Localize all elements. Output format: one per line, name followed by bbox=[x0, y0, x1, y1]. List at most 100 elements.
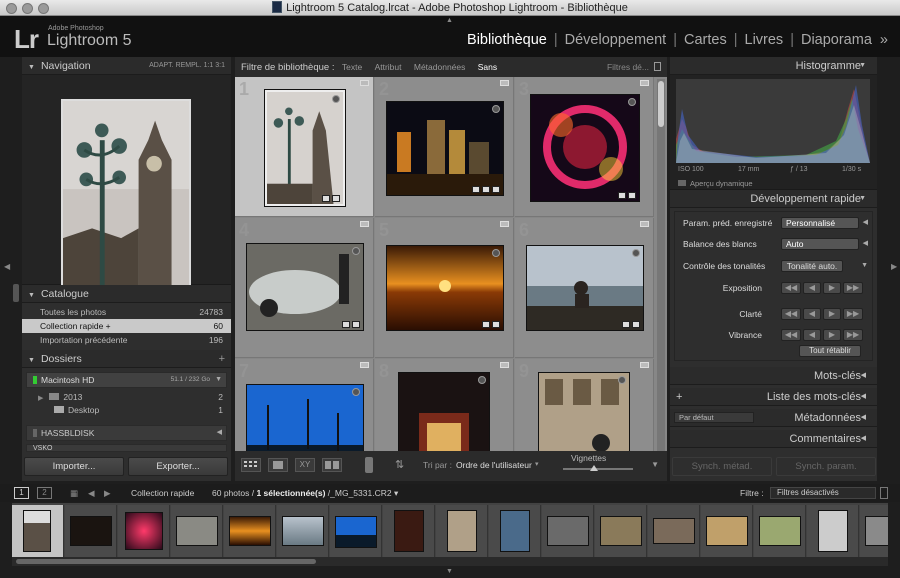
grid-cell[interactable]: 8 bbox=[375, 359, 514, 451]
filmstrip-thumbnail[interactable] bbox=[860, 505, 888, 557]
sync-metadata-button[interactable]: Synch. métad. bbox=[672, 457, 772, 476]
histogram-header[interactable]: Histogramme ▼ bbox=[670, 57, 877, 75]
module-map[interactable]: Cartes bbox=[682, 32, 729, 48]
grid-cell[interactable]: 5 bbox=[375, 218, 514, 358]
filmstrip-scrollbar[interactable] bbox=[12, 557, 888, 566]
toolbar-menu-icon[interactable]: ▼ bbox=[651, 460, 659, 469]
painter-icon[interactable] bbox=[365, 457, 373, 473]
catalog-item-previous-import[interactable]: Importation précédente 196 bbox=[22, 333, 231, 347]
grid-cell[interactable]: 6 bbox=[515, 218, 654, 358]
sort-direction-icon[interactable]: ⇅ bbox=[395, 458, 404, 471]
thumbnail[interactable] bbox=[247, 244, 363, 330]
sort-select[interactable]: Ordre de l'utilisateur bbox=[456, 460, 532, 470]
comments-header[interactable]: Commentaires ◀ bbox=[670, 430, 877, 448]
filter-metadata-tab[interactable]: Métadonnées bbox=[409, 62, 471, 72]
filmstrip-thumbnail[interactable] bbox=[383, 505, 435, 557]
filmstrip-thumbnail[interactable] bbox=[12, 505, 64, 557]
filmstrip-thumbnail[interactable] bbox=[489, 505, 541, 557]
thumbnail[interactable] bbox=[265, 90, 345, 206]
vibrance-plus-big-button[interactable]: ▶▶ bbox=[843, 329, 863, 341]
more-modules-icon[interactable]: » bbox=[878, 32, 890, 48]
survey-view-icon[interactable] bbox=[322, 458, 342, 472]
lock-icon[interactable] bbox=[654, 62, 661, 71]
keywording-header[interactable]: Mots-clés ◀ bbox=[670, 367, 877, 385]
second-window-button[interactable]: 2 bbox=[37, 487, 52, 499]
white-balance-select[interactable]: Auto bbox=[781, 238, 859, 250]
saved-preset-select[interactable]: Personnalisé bbox=[781, 217, 859, 229]
compare-view-icon[interactable]: XY bbox=[295, 458, 315, 472]
filmstrip-thumbnail[interactable] bbox=[118, 505, 170, 557]
reset-all-button[interactable]: Tout rétablir bbox=[799, 345, 861, 357]
metadata-preset-select[interactable]: Par défaut bbox=[674, 412, 754, 423]
filmstrip-thumbnail[interactable] bbox=[542, 505, 594, 557]
filmstrip-thumbnail[interactable] bbox=[171, 505, 223, 557]
filmstrip-thumbnail[interactable] bbox=[807, 505, 859, 557]
exposure-minus-big-button[interactable]: ◀◀ bbox=[781, 282, 801, 294]
filter-text-tab[interactable]: Texte bbox=[337, 62, 367, 72]
clarity-minus-big-button[interactable]: ◀◀ bbox=[781, 308, 801, 320]
vibrance-minus-button[interactable]: ◀ bbox=[803, 329, 821, 341]
filter-lock-icon[interactable] bbox=[880, 487, 888, 499]
right-panel-toggle-icon[interactable]: ▶ bbox=[891, 262, 897, 271]
volume-hassbldisk[interactable]: HASSBLDISK ◀ bbox=[26, 425, 227, 441]
histogram[interactable]: ISO 100 17 mm ƒ / 13 1/30 s Aperçu dynam… bbox=[670, 75, 877, 190]
loupe-view-icon[interactable] bbox=[268, 458, 288, 472]
auto-tone-button[interactable]: Tonalité auto. bbox=[781, 260, 843, 272]
volume-vsko[interactable]: VSKO bbox=[26, 444, 227, 452]
module-develop[interactable]: Développement bbox=[563, 32, 669, 48]
module-library[interactable]: Bibliothèque bbox=[465, 32, 549, 48]
metadata-header[interactable]: Par défaut Métadonnées ◀ bbox=[670, 409, 877, 427]
filmstrip-thumbnail[interactable] bbox=[701, 505, 753, 557]
filmstrip-thumbnail[interactable] bbox=[648, 505, 700, 557]
filter-presets-select[interactable]: Filtres dé... bbox=[607, 57, 649, 77]
filmstrip-thumbnail[interactable] bbox=[65, 505, 117, 557]
grid-cell[interactable]: 7 bbox=[235, 359, 374, 451]
sync-settings-button[interactable]: Synch. param. bbox=[776, 457, 876, 476]
filmstrip-thumbnail[interactable] bbox=[224, 505, 276, 557]
filmstrip-thumbnail[interactable] bbox=[595, 505, 647, 557]
module-slideshow[interactable]: Diaporama bbox=[799, 32, 874, 48]
export-button[interactable]: Exporter... bbox=[128, 457, 228, 476]
smart-preview-status[interactable]: Aperçu dynamique bbox=[678, 179, 753, 188]
keyword-list-header[interactable]: + Liste des mots-clés ◀ bbox=[670, 388, 877, 406]
thumbnail[interactable] bbox=[387, 102, 503, 195]
volume-macintosh-hd[interactable]: Macintosh HD 51.1 / 232 Go ▼ bbox=[26, 372, 227, 388]
filmstrip-info[interactable]: 60 photos / 1 sélectionnée(s) /_MG_5331.… bbox=[212, 484, 398, 502]
forward-arrow-icon[interactable]: ▶ bbox=[104, 484, 111, 502]
vibrance-minus-big-button[interactable]: ◀◀ bbox=[781, 329, 801, 341]
grid-cell[interactable]: 1 bbox=[235, 77, 374, 217]
add-folder-button[interactable]: + bbox=[219, 350, 225, 368]
exposure-minus-button[interactable]: ◀ bbox=[803, 282, 821, 294]
thumbnail[interactable] bbox=[527, 246, 643, 330]
module-book[interactable]: Livres bbox=[743, 32, 786, 48]
filmstrip-thumbnail[interactable] bbox=[436, 505, 488, 557]
import-button[interactable]: Importer... bbox=[24, 457, 124, 476]
grid-cell[interactable]: 2 bbox=[375, 77, 514, 217]
filmstrip-source[interactable]: Collection rapide bbox=[131, 484, 194, 502]
folder-desktop[interactable]: Desktop 1 bbox=[22, 404, 231, 417]
grid-cell[interactable]: 4 bbox=[235, 218, 374, 358]
grid-icon[interactable]: ▦ bbox=[70, 484, 78, 502]
clarity-minus-button[interactable]: ◀ bbox=[803, 308, 821, 320]
catalog-header[interactable]: ▼ Catalogue bbox=[22, 285, 231, 303]
vibrance-plus-button[interactable]: ▶ bbox=[823, 329, 841, 341]
grid-cell[interactable]: 9 bbox=[515, 359, 654, 451]
left-panel-toggle-icon[interactable]: ◀ bbox=[4, 262, 10, 271]
slider-handle[interactable] bbox=[590, 465, 598, 471]
clarity-plus-big-button[interactable]: ▶▶ bbox=[843, 308, 863, 320]
top-panel-toggle-icon[interactable]: ▲ bbox=[446, 17, 453, 24]
left-panel-scrollbar[interactable] bbox=[13, 284, 19, 302]
quick-develop-header[interactable]: Développement rapide ▼ bbox=[670, 190, 877, 208]
thumbnail[interactable] bbox=[247, 385, 363, 451]
add-keyword-button[interactable]: + bbox=[676, 388, 682, 406]
filter-none-tab[interactable]: Sans bbox=[473, 62, 502, 72]
thumbnail[interactable] bbox=[387, 246, 503, 330]
back-arrow-icon[interactable]: ◀ bbox=[88, 484, 95, 502]
bottom-panel-toggle-icon[interactable]: ▼ bbox=[446, 568, 453, 575]
folders-header[interactable]: ▼ Dossiers + bbox=[22, 350, 231, 368]
thumbnail[interactable] bbox=[531, 95, 639, 201]
minimize-window-button[interactable] bbox=[22, 3, 33, 14]
zoom-window-button[interactable] bbox=[38, 3, 49, 14]
filmstrip-thumbnail[interactable] bbox=[754, 505, 806, 557]
grid-view-icon[interactable] bbox=[241, 458, 261, 472]
